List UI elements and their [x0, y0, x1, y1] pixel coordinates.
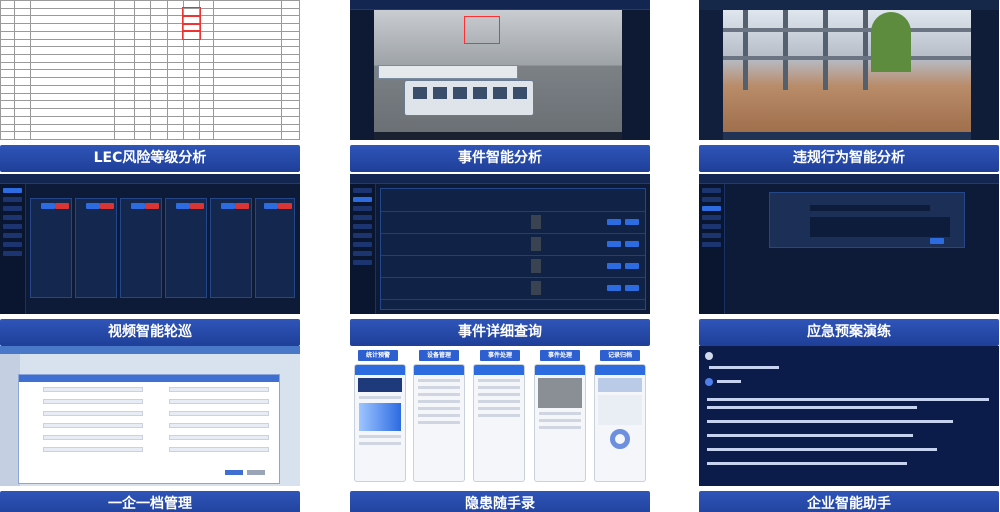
- phone-tab-label: 统计预警: [358, 350, 398, 361]
- bus-shape: [404, 80, 534, 116]
- app-topbar: [0, 174, 300, 184]
- patrol-card: [165, 198, 207, 298]
- right-panel: [622, 10, 650, 140]
- app-topbar: [350, 174, 650, 184]
- patrol-card: [255, 198, 295, 298]
- patrol-card: [210, 198, 252, 298]
- drill-screenshot: [699, 174, 999, 314]
- phone-tab-label: 记录归档: [600, 350, 640, 361]
- right-panel: [971, 10, 999, 140]
- sidebar: [699, 10, 723, 140]
- sidebar: [350, 10, 374, 140]
- tile-caption: 事件详细查询: [350, 319, 650, 346]
- detection-box: [464, 16, 500, 44]
- patrol-card: [30, 198, 72, 298]
- tile-caption: 企业智能助手: [699, 491, 999, 512]
- sidebar: [699, 184, 725, 314]
- video-screenshot: [350, 0, 650, 140]
- phone-tab-label: 事件处理: [540, 350, 580, 361]
- sidebar: [350, 184, 376, 314]
- sidebar: [0, 184, 26, 314]
- lec-table-screenshot: [0, 0, 300, 140]
- patrol-card: [75, 198, 117, 298]
- phone-mockup: [413, 364, 465, 482]
- app-topbar: [350, 0, 650, 10]
- tile-caption: 违规行为智能分析: [699, 145, 999, 172]
- tile-caption: LEC风险等级分析: [0, 145, 300, 172]
- archive-form: [18, 374, 280, 484]
- phone-tab-label: 设备管理: [419, 350, 459, 361]
- phone-mockup: [534, 364, 586, 482]
- tile-caption: 视频智能轮巡: [0, 319, 300, 346]
- archive-screenshot: [0, 346, 300, 486]
- phones-screenshot: 统计预警 设备管理 事件处理 事件处理 记录归档: [350, 346, 650, 486]
- query-screenshot: [350, 174, 650, 314]
- bot-avatar-icon: [705, 378, 713, 386]
- assistant-screenshot: [699, 346, 999, 486]
- construction-screenshot: [699, 0, 999, 140]
- app-topbar: [699, 174, 999, 184]
- tile-caption: 隐患随手录: [350, 491, 650, 512]
- patrol-screenshot: [0, 174, 300, 314]
- phone-mockup: [473, 364, 525, 482]
- patrol-card: [120, 198, 162, 298]
- bus-shape: [378, 65, 518, 79]
- tile-caption: 一企一档管理: [0, 491, 300, 512]
- phone-tab-label: 事件处理: [480, 350, 520, 361]
- event-table: [380, 188, 646, 310]
- phone-mockup: [354, 364, 406, 482]
- user-avatar-icon: [705, 352, 713, 360]
- camera-frame: [374, 10, 622, 132]
- tile-caption: 应急预案演练: [699, 319, 999, 346]
- tile-caption: 事件智能分析: [350, 145, 650, 172]
- drill-dialog: [769, 192, 965, 248]
- camera-frame: [723, 10, 971, 132]
- tree-shape: [871, 12, 911, 72]
- phone-mockup: [594, 364, 646, 482]
- app-topbar: [699, 0, 999, 10]
